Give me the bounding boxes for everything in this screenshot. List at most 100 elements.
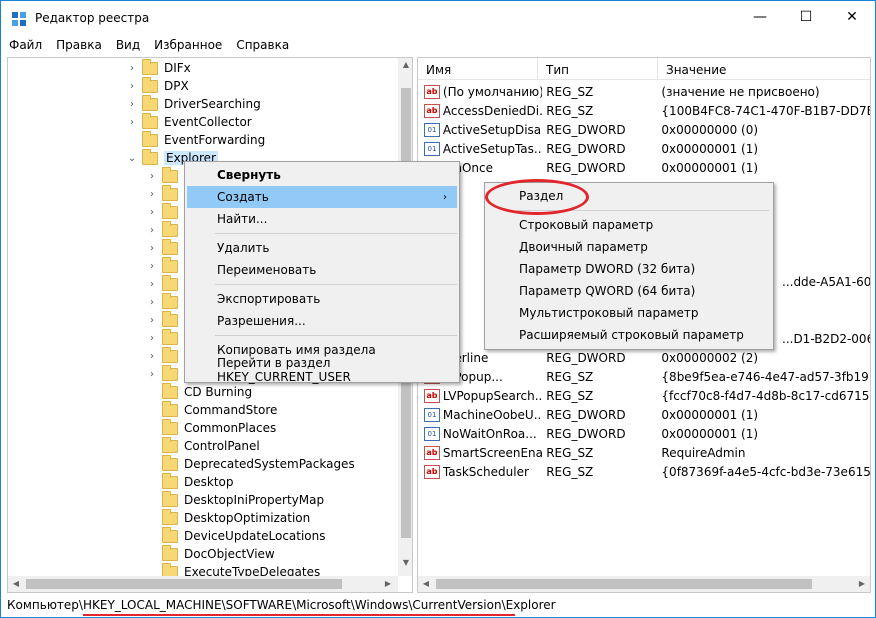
tree-item[interactable]: DesktopOptimization <box>146 508 310 527</box>
tree-item[interactable]: › EventCollector <box>126 112 252 131</box>
expand-arrow-icon[interactable]: › <box>146 189 158 200</box>
tree-item[interactable]: › <box>146 166 184 185</box>
collapse-arrow-icon[interactable]: ⌄ <box>126 153 138 164</box>
folder-icon <box>162 526 178 543</box>
expand-arrow-icon[interactable]: › <box>146 315 158 326</box>
menu-item-permissions[interactable]: Разрешения... <box>187 310 457 332</box>
tree-item[interactable]: DocObjectView <box>146 544 275 563</box>
tree-item[interactable]: › <box>146 202 184 221</box>
tree-item[interactable]: CommonPlaces <box>146 418 276 437</box>
tree-item[interactable]: ControlPanel <box>146 436 260 455</box>
tree-item[interactable]: › <box>146 184 184 203</box>
menu-view[interactable]: Вид <box>108 35 146 55</box>
submenu-item-qword[interactable]: Параметр QWORD (64 бита) <box>487 280 771 302</box>
tree-item[interactable]: › <box>146 346 184 365</box>
expand-arrow-icon[interactable]: › <box>146 171 158 182</box>
expand-arrow-icon[interactable]: › <box>146 297 158 308</box>
submenu-item-binary[interactable]: Двоичный параметр <box>487 236 771 258</box>
expand-arrow-icon[interactable]: › <box>146 261 158 272</box>
submenu-item-expandable-string[interactable]: Расширяемый строковый параметр <box>487 324 771 346</box>
scroll-left-icon[interactable]: ◀ <box>8 579 24 588</box>
scrollbar-thumb[interactable] <box>26 579 342 589</box>
scroll-right-icon[interactable]: ▶ <box>380 579 396 588</box>
value-type: REG_DWORD <box>546 407 626 422</box>
menu-favorites[interactable]: Избранное <box>146 35 228 55</box>
tree-item[interactable]: › <box>146 220 184 239</box>
tree-item[interactable]: EventForwarding <box>126 130 265 149</box>
tree-item[interactable]: › <box>146 256 184 275</box>
tree-item[interactable]: › DriverSearching <box>126 94 261 113</box>
menu-item-export[interactable]: Экспортировать <box>187 288 457 310</box>
value-row[interactable]: abSmartScreenEna...REG_SZ RequireAdmin <box>418 443 870 462</box>
tree-item[interactable]: › <box>146 364 184 383</box>
expand-arrow-icon[interactable]: › <box>126 117 138 128</box>
value-row[interactable]: 01 ActiveSetupDisa... REG_DWORD 0x00000000 … <box>418 120 870 139</box>
submenu-item-multistring[interactable]: Мультистроковый параметр <box>487 302 771 324</box>
value-row[interactable]: 01 ActiveSetupTas... REG_DWORD 0x00000001 (… <box>418 139 870 158</box>
folder-icon <box>142 76 158 93</box>
expand-arrow-icon[interactable]: › <box>146 207 158 218</box>
folder-icon <box>142 94 158 111</box>
menu-item-create[interactable]: Создать › <box>187 186 457 208</box>
column-data-header[interactable]: Значение <box>658 58 870 79</box>
value-name: TaskScheduler <box>442 464 529 479</box>
close-button[interactable]: ✕ <box>829 1 875 33</box>
maximize-button[interactable]: ☐ <box>783 1 829 33</box>
menu-item-rename[interactable]: Переименовать <box>187 259 457 281</box>
tree-item[interactable]: › DIFx <box>126 58 191 77</box>
scroll-right-icon[interactable]: ▶ <box>854 579 870 588</box>
menu-file[interactable]: Файл <box>1 35 48 55</box>
column-type-header[interactable]: Тип <box>538 58 658 79</box>
folder-icon <box>162 310 178 327</box>
value-row[interactable]: ab LVPopupSearch... REG_SZ {fccf70c8-f4d7-4… <box>418 386 870 405</box>
tree-item[interactable]: CD Burning <box>146 382 252 401</box>
menu-item-goto-hkcu[interactable]: Перейти в раздел HKEY_CURRENT_USER <box>187 356 457 384</box>
value-row[interactable]: 01...nOnceREG_DWORD0x00000001 (1) <box>418 158 870 177</box>
tree-item[interactable]: DeviceUpdateLocations <box>146 526 326 545</box>
menu-edit[interactable]: Правка <box>48 35 108 55</box>
values-horizontal-scrollbar[interactable]: ◀ ▶ <box>418 576 870 592</box>
expand-arrow-icon[interactable]: › <box>126 81 138 92</box>
expand-arrow-icon[interactable]: › <box>146 279 158 290</box>
tree-item[interactable]: DeprecatedSystemPackages <box>146 454 355 473</box>
tree-item[interactable]: › DPX <box>126 76 189 95</box>
menu-item-collapse[interactable]: Свернуть <box>187 164 457 186</box>
annotation-circle <box>485 179 589 215</box>
folder-icon <box>142 112 158 129</box>
submenu-item-string[interactable]: Строковый параметр <box>487 214 771 236</box>
tree-item[interactable]: › <box>146 310 184 329</box>
value-row[interactable]: ab TaskScheduler REG_SZ {0f87369f-a4e5-4cfc… <box>418 462 870 481</box>
scroll-up-icon[interactable]: ▲ <box>398 60 412 69</box>
column-name-header[interactable]: Имя <box>418 58 538 79</box>
scroll-left-icon[interactable]: ◀ <box>418 579 434 588</box>
scroll-down-icon[interactable]: ▼ <box>398 558 412 567</box>
tree-item[interactable]: › <box>146 274 184 293</box>
value-row[interactable]: 01...erlineREG_DWORD0x00000002 (2) <box>418 348 870 367</box>
tree-item[interactable]: › <box>146 238 184 257</box>
minimize-button[interactable]: — <box>737 1 783 33</box>
expand-arrow-icon[interactable]: › <box>146 243 158 254</box>
tree-item[interactable]: › <box>146 328 184 347</box>
tree-item[interactable]: › <box>146 292 184 311</box>
expand-arrow-icon[interactable]: › <box>146 333 158 344</box>
tree-item[interactable]: Desktop <box>146 472 234 491</box>
value-row[interactable]: 01 NoWaitOnRoa... REG_DWORD 0x00000001 (1) <box>418 424 870 443</box>
tree-horizontal-scrollbar[interactable]: ◀ ▶ <box>8 576 398 592</box>
value-row[interactable]: ab AccessDeniedDi... REG_SZ {100B4FC8-74C1-… <box>418 101 870 120</box>
menu-item-delete[interactable]: Удалить <box>187 237 457 259</box>
menu-help[interactable]: Справка <box>228 35 295 55</box>
scrollbar-thumb[interactable] <box>436 579 812 589</box>
expand-arrow-icon[interactable]: › <box>126 99 138 110</box>
expand-arrow-icon[interactable]: › <box>146 369 158 380</box>
menu-item-find[interactable]: Найти... <box>187 208 457 230</box>
expand-arrow-icon[interactable]: › <box>126 63 138 74</box>
value-row[interactable]: ab...Popup...REG_SZ{8be9f5ea-e746-4e47-a… <box>418 367 870 386</box>
value-row[interactable]: 01 MachineOobeU... REG_DWORD 0x00000001 (1) <box>418 405 870 424</box>
value-type: REG_SZ <box>546 103 594 118</box>
value-row[interactable]: ab (По умолчанию) REG_SZ (значение не присв… <box>418 82 870 101</box>
expand-arrow-icon[interactable]: › <box>146 225 158 236</box>
expand-arrow-icon[interactable]: › <box>146 351 158 362</box>
tree-item[interactable]: DesktopIniPropertyMap <box>146 490 324 509</box>
submenu-item-dword[interactable]: Параметр DWORD (32 бита) <box>487 258 771 280</box>
tree-item[interactable]: CommandStore <box>146 400 277 419</box>
